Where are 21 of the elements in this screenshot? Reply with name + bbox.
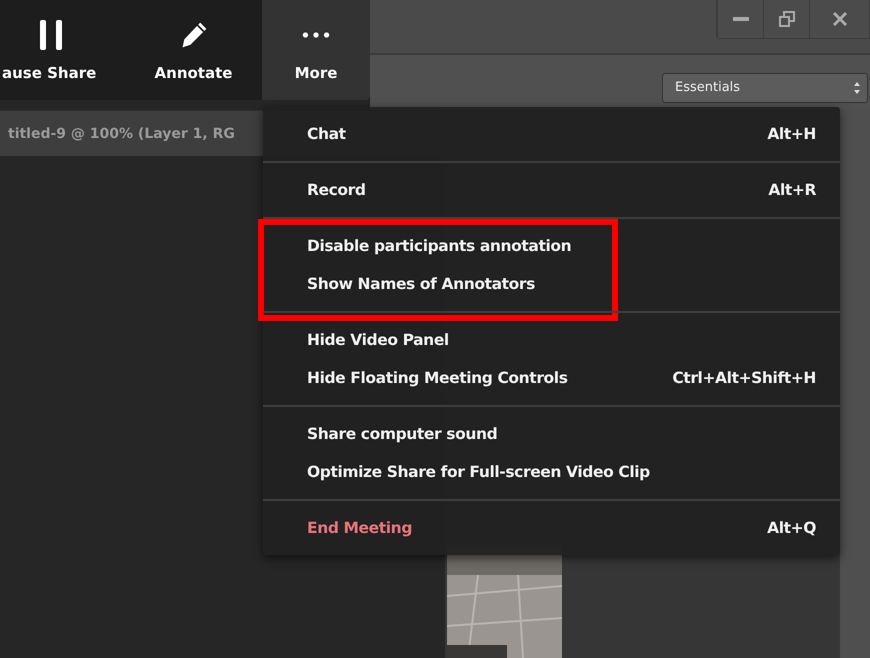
- updown-icon: [853, 80, 861, 94]
- shortcut-label: Alt+R: [768, 181, 816, 199]
- menu-item[interactable]: Show Names of Annotators: [263, 265, 840, 303]
- more-icon: [301, 30, 331, 40]
- menu-item[interactable]: Disable participants annotation: [263, 227, 840, 265]
- menu-item[interactable]: Record Alt+R: [263, 171, 840, 209]
- close-icon: [832, 11, 848, 27]
- menu-item[interactable]: End Meeting Alt+Q: [263, 509, 840, 547]
- shortcut-label: Alt+Q: [767, 519, 816, 537]
- minimize-icon: [732, 16, 748, 22]
- toolbar-button[interactable]: More: [262, 0, 370, 100]
- workspace-dropdown[interactable]: Essentials: [662, 72, 868, 102]
- toolbar-button[interactable]: ause Share: [0, 0, 125, 100]
- menu-item[interactable]: Optimize Share for Full-screen Video Clip: [263, 453, 840, 491]
- shortcut-label: Alt+H: [767, 125, 816, 143]
- menu-item[interactable]: Share computer sound: [263, 415, 840, 453]
- menu-item[interactable]: Hide Video Panel: [263, 321, 840, 359]
- menu-item[interactable]: Hide Floating Meeting Controls Ctrl+Alt+Shift+H: [263, 359, 840, 397]
- restore-icon: [778, 11, 794, 27]
- shortcut-label: Ctrl+Alt+Shift+H: [672, 369, 816, 387]
- toolbar-button[interactable]: Annotate: [125, 0, 262, 100]
